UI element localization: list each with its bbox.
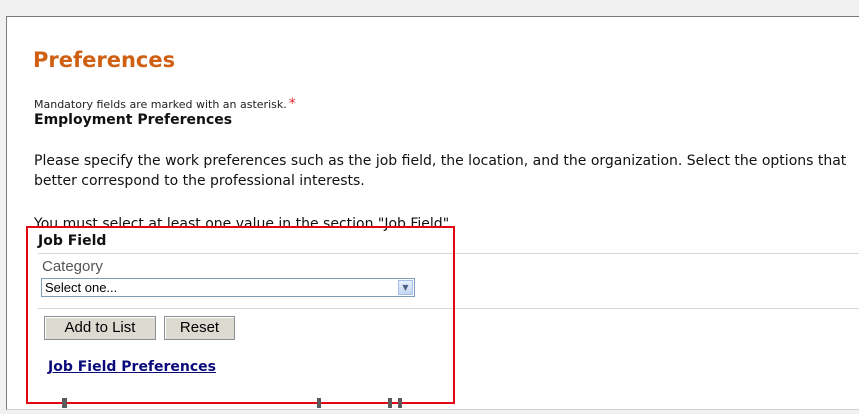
required-asterisk-icon: * <box>288 96 296 112</box>
clipped-text-fragment <box>317 398 321 408</box>
employment-preferences-heading: Employment Preferences <box>34 112 233 128</box>
clipped-text-fragment <box>398 398 402 408</box>
employment-description: Please specify the work preferences such… <box>34 153 847 189</box>
clipped-text-fragment <box>388 398 392 408</box>
page-title: Preferences <box>33 48 176 72</box>
mandatory-note-text: Mandatory fields are marked with an aste… <box>34 98 287 111</box>
clipped-text-fragment <box>62 398 67 408</box>
highlight-box <box>26 226 455 404</box>
mandatory-note: Mandatory fields are marked with an aste… <box>34 97 296 112</box>
